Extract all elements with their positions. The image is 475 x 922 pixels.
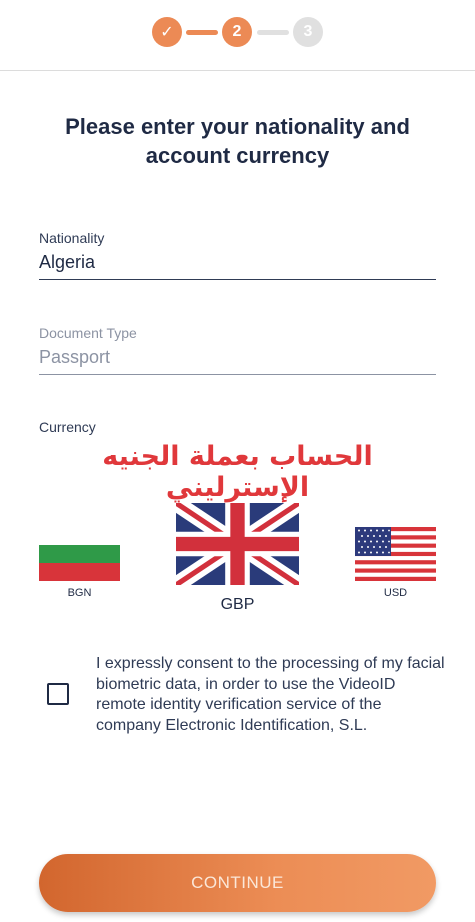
step-1-complete: ✓: [152, 17, 182, 47]
document-type-field: Document Type Passport: [39, 325, 436, 375]
step-2-active: 2: [222, 17, 252, 47]
currency-option-gbp[interactable]: GBP: [176, 503, 299, 614]
nationality-field[interactable]: Nationality Algeria: [39, 230, 436, 280]
currency-code-bgn: BGN: [67, 587, 92, 599]
page-title: Please enter your nationality and accoun…: [65, 114, 410, 168]
currency-code-usd: USD: [383, 587, 408, 599]
usa-flag-icon: [355, 527, 436, 581]
uk-flag-icon: [176, 503, 299, 585]
consent-checkbox[interactable]: [47, 683, 69, 705]
header-divider: [0, 70, 475, 71]
arabic-annotation: الحساب بعملة الجنيه الإسترليني: [102, 441, 373, 503]
currency-option-usd[interactable]: USD: [355, 527, 436, 599]
consent-text: I expressly consent to the processing of…: [96, 655, 445, 734]
field-underline: [39, 279, 436, 280]
checkmark-icon: ✓: [160, 24, 174, 41]
bulgaria-flag-icon: [39, 527, 120, 581]
document-type-label: Document Type: [39, 325, 137, 341]
step-number: 3: [303, 23, 313, 40]
step-3-pending: 3: [293, 17, 323, 47]
continue-button[interactable]: CONTINUE: [39, 854, 436, 912]
currency-label: Currency: [39, 419, 96, 435]
step-number: 2: [232, 23, 242, 40]
field-underline: [39, 374, 436, 375]
nationality-label: Nationality: [39, 230, 105, 246]
nationality-value[interactable]: Algeria: [39, 252, 436, 279]
document-type-value: Passport: [39, 347, 111, 367]
step-connector: [257, 30, 289, 35]
currency-code-gbp: GBP: [220, 596, 255, 613]
currency-option-bgn[interactable]: BGN: [39, 527, 120, 599]
step-connector: [186, 30, 218, 35]
progress-stepper: ✓ 2 3: [0, 14, 475, 52]
